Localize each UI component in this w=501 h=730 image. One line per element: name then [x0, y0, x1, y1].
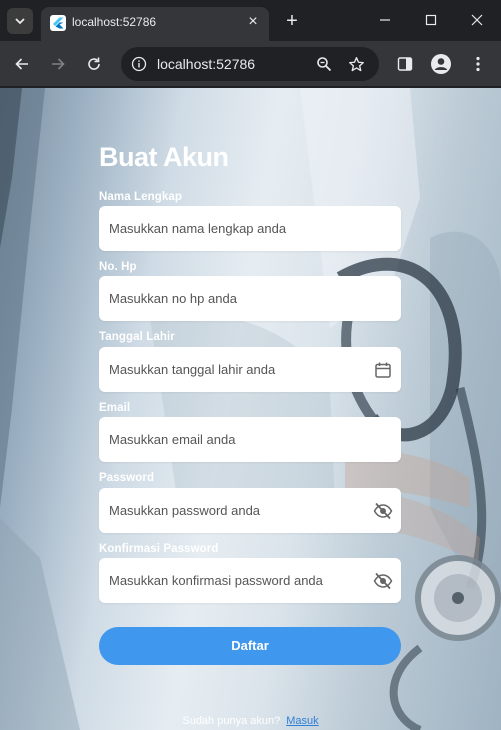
url-text[interactable]: localhost:52786 [157, 56, 255, 72]
confirm-password-label: Konfirmasi Password [99, 543, 219, 555]
chevron-down-icon [15, 18, 25, 25]
login-prompt-text: Sudah punya akun? [182, 715, 281, 727]
reload-icon[interactable] [82, 52, 106, 76]
phone-input[interactable] [99, 276, 401, 321]
page-viewport: Buat Akun Nama Lengkap No. Hp Tanggal La… [0, 88, 501, 730]
profile-avatar-icon[interactable] [429, 52, 453, 76]
close-window-icon[interactable] [465, 8, 489, 32]
full-name-field[interactable] [99, 206, 401, 251]
browser-tab[interactable]: localhost:52786 × [41, 7, 269, 41]
tab-close-icon[interactable]: × [245, 14, 261, 30]
tab-search-button[interactable] [7, 8, 33, 34]
birth-date-field[interactable] [99, 347, 401, 392]
tab-strip: localhost:52786 × + [0, 0, 501, 41]
site-info-icon[interactable] [127, 52, 151, 76]
side-panel-icon[interactable] [393, 52, 417, 76]
birth-date-input[interactable] [99, 347, 401, 392]
confirm-password-field[interactable] [99, 558, 401, 603]
new-tab-icon[interactable]: + [281, 10, 303, 32]
phone-label: No. Hp [99, 261, 137, 273]
back-icon[interactable] [10, 52, 34, 76]
full-name-input[interactable] [99, 206, 401, 251]
kebab-menu-icon[interactable] [466, 52, 490, 76]
full-name-label: Nama Lengkap [99, 191, 183, 203]
email-input[interactable] [99, 417, 401, 462]
password-label: Password [99, 472, 155, 484]
eye-off-icon[interactable] [371, 569, 395, 593]
page-title: Buat Akun [99, 142, 229, 172]
minimize-icon[interactable] [373, 8, 397, 32]
login-prompt: Sudah punya akun? Masuk [0, 715, 501, 727]
register-button[interactable]: Daftar [99, 627, 401, 665]
eye-off-icon[interactable] [371, 499, 395, 523]
confirm-password-input[interactable] [99, 558, 401, 603]
birth-date-label: Tanggal Lahir [99, 331, 175, 343]
address-bar[interactable]: localhost:52786 [121, 47, 379, 81]
bookmark-star-icon[interactable] [344, 52, 368, 76]
email-label: Email [99, 402, 131, 414]
browser-toolbar: localhost:52786 [0, 41, 501, 87]
calendar-icon[interactable] [371, 358, 395, 382]
phone-field[interactable] [99, 276, 401, 321]
flutter-favicon-icon [50, 15, 66, 31]
password-field[interactable] [99, 488, 401, 533]
password-input[interactable] [99, 488, 401, 533]
forward-icon[interactable] [46, 52, 70, 76]
maximize-icon[interactable] [419, 8, 443, 32]
email-field[interactable] [99, 417, 401, 462]
zoom-icon[interactable] [312, 52, 336, 76]
login-link[interactable]: Masuk [286, 715, 318, 727]
tab-title: localhost:52786 [72, 15, 157, 29]
